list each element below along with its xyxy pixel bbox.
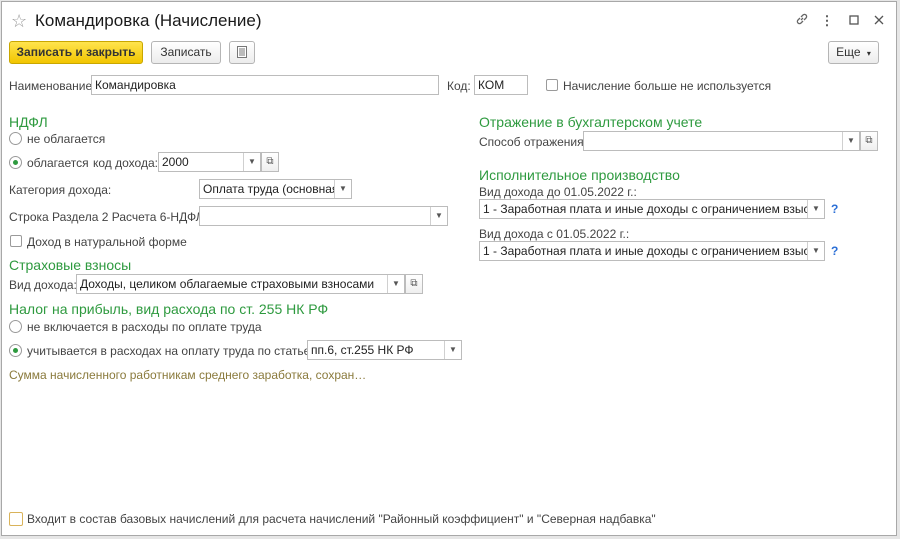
insurance-income-type-label: Вид дохода: xyxy=(9,278,77,292)
included-label: учитывается в расходах на оплату труда п… xyxy=(27,344,314,358)
form-window: ☆ Командировка (Начисление) ⋮ Записать и… xyxy=(1,1,897,536)
income-category-label: Категория дохода: xyxy=(9,183,112,197)
not-included-radio[interactable] xyxy=(9,320,22,333)
accounting-method-label: Способ отражения: xyxy=(479,135,587,149)
taxed-radio[interactable] xyxy=(9,156,22,169)
save-button[interactable]: Записать xyxy=(151,41,221,64)
chevron-down-icon[interactable]: ▼ xyxy=(807,242,824,260)
insurance-income-type-field[interactable]: Доходы, целиком облагаемые страховыми вз… xyxy=(76,274,405,294)
more-button[interactable]: Еще ▾ xyxy=(828,41,879,64)
enforcement-before-field[interactable]: 1 - Заработная плата и иные доходы с огр… xyxy=(479,199,825,219)
enforcement-before-value: 1 - Заработная плата и иные доходы с огр… xyxy=(483,202,825,216)
open-form-icon[interactable]: ⧉ xyxy=(261,152,279,172)
enforcement-before-label: Вид дохода до 01.05.2022 г.: xyxy=(479,185,637,199)
open-form-icon[interactable]: ⧉ xyxy=(860,131,878,151)
profit-tax-header: Налог на прибыль, вид расхода по ст. 255… xyxy=(9,301,329,317)
average-earnings-link[interactable]: Сумма начисленного работникам среднего з… xyxy=(9,368,366,382)
base-accruals-checkbox[interactable] xyxy=(9,512,23,526)
report-list-icon[interactable] xyxy=(229,41,255,64)
income-category-field[interactable]: Оплата труда (основная н ▼ xyxy=(199,179,352,199)
income-code-label: код дохода: xyxy=(93,156,158,170)
base-accruals-label: Входит в состав базовых начислений для р… xyxy=(27,512,656,526)
chevron-down-icon[interactable]: ▼ xyxy=(243,153,260,171)
article-value: пп.6, ст.255 НК РФ xyxy=(311,343,414,357)
insurance-income-type-value: Доходы, целиком облагаемые страховыми вз… xyxy=(80,277,375,291)
included-radio[interactable] xyxy=(9,344,22,357)
help-icon[interactable]: ? xyxy=(831,244,838,258)
accounting-method-field[interactable]: ▼ xyxy=(583,131,860,151)
taxed-label: облагается xyxy=(27,156,89,170)
natural-income-label: Доход в натуральной форме xyxy=(27,235,187,249)
more-button-label: Еще xyxy=(836,45,861,59)
not-taxed-label: не облагается xyxy=(27,132,106,146)
chevron-down-icon[interactable]: ▼ xyxy=(807,200,824,218)
enforcement-after-field[interactable]: 1 - Заработная плата и иные доходы с огр… xyxy=(479,241,825,261)
not-taxed-radio[interactable] xyxy=(9,132,22,145)
link-icon[interactable] xyxy=(793,12,811,30)
insurance-header: Страховые взносы xyxy=(9,257,132,273)
chevron-down-icon: ▾ xyxy=(866,49,871,58)
income-code-field[interactable]: 2000 ▼ xyxy=(158,152,261,172)
open-form-icon[interactable]: ⧉ xyxy=(405,274,423,294)
save-and-close-button[interactable]: Записать и закрыть xyxy=(9,41,143,64)
maximize-icon[interactable] xyxy=(845,12,863,30)
enforcement-header: Исполнительное производство xyxy=(479,167,680,183)
income-code-value: 2000 xyxy=(162,155,189,169)
name-field[interactable]: Командировка xyxy=(91,75,439,95)
not-used-label: Начисление больше не используется xyxy=(563,79,772,93)
close-icon[interactable] xyxy=(870,12,888,30)
help-icon[interactable]: ? xyxy=(831,202,838,216)
chevron-down-icon[interactable]: ▼ xyxy=(387,275,404,293)
more-vertical-icon[interactable]: ⋮ xyxy=(818,12,836,30)
not-used-checkbox[interactable] xyxy=(546,79,558,91)
chevron-down-icon[interactable]: ▼ xyxy=(842,132,859,150)
chevron-down-icon[interactable]: ▼ xyxy=(430,207,447,225)
natural-income-checkbox[interactable] xyxy=(10,235,22,247)
window-title: Командировка (Начисление) xyxy=(35,11,262,30)
star-icon[interactable]: ☆ xyxy=(11,11,27,31)
enforcement-after-label: Вид дохода с 01.05.2022 г.: xyxy=(479,227,630,241)
accounting-header: Отражение в бухгалтерском учете xyxy=(479,114,703,130)
section2-row-field[interactable]: ▼ xyxy=(199,206,448,226)
chevron-down-icon[interactable]: ▼ xyxy=(444,341,461,359)
section2-row-label: Строка Раздела 2 Расчета 6-НДФЛ: xyxy=(9,210,207,224)
enforcement-after-value: 1 - Заработная плата и иные доходы с огр… xyxy=(483,244,825,258)
income-category-value: Оплата труда (основная н xyxy=(203,182,349,196)
ndfl-header: НДФЛ xyxy=(9,114,48,130)
article-field[interactable]: пп.6, ст.255 НК РФ ▼ xyxy=(307,340,462,360)
chevron-down-icon[interactable]: ▼ xyxy=(334,180,351,198)
not-included-label: не включается в расходы по оплате труда xyxy=(27,320,262,334)
code-field[interactable]: КОМ xyxy=(474,75,528,95)
name-label: Наименование: xyxy=(9,79,96,93)
code-label: Код: xyxy=(447,79,471,93)
